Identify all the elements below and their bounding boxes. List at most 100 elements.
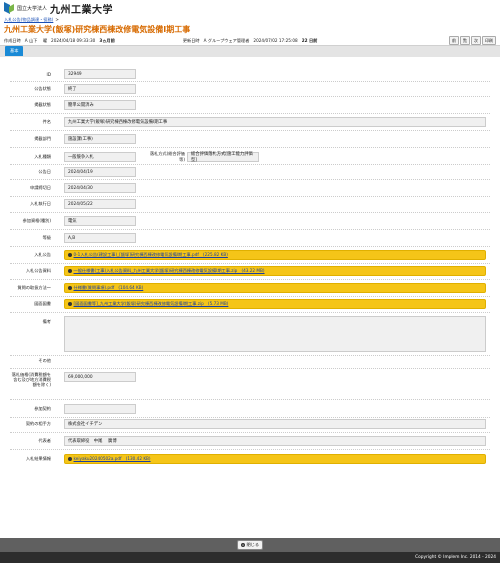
file-link[interactable]: 0-1入札公告(建設工事)_[飯塚]研究棟西棟改修電気設備Ⅰ期工事.pdf (2… [74,252,228,258]
field-posting: 掲載状態 簡単公開済み [10,100,490,110]
file-attachment: keiyaku20240502a.pdf (130.42 KB) [64,454,486,464]
updated-label: 更新日時 [182,37,200,43]
next-button[interactable]: 次 [471,36,481,45]
field-value: 総合評価落札方式[施工能力評価型] [187,152,259,163]
field-spec: 質問の取扱方法～ 仕様書(質問事項).pdf (104.64 KB) [10,283,490,293]
close-button[interactable]: × 閉じる [236,540,264,550]
field-deadline: 申請締切日 2024/04/30 [10,183,490,193]
field-value [64,404,136,414]
close-button-label: 閉じる [246,542,260,547]
university-name: 九州工業大学 [50,4,114,16]
field-label: 件名 [42,119,51,124]
updated-ago: 22 日前 [301,37,318,43]
field-label: 入札種類 [34,154,51,159]
tab-basic[interactable]: 基本 [5,46,24,56]
creator-name[interactable]: A 山下 曜 [25,38,47,44]
field-label: ID [46,71,51,77]
field-status: 公告状態 終了 [10,84,490,94]
field-label: 掲載部門 [34,136,51,141]
field-label: 落札方式(総合評価等) [149,151,185,162]
site-header: 国立大学法人 九州工業大学 [0,0,500,16]
field-bid-date: 入札執行日 2024/05/22 [10,199,490,209]
field-value: 一般競争入札 [64,152,136,162]
field-representative: 代表者 代表取締役 中尾 廣博 [10,436,490,446]
field-label: 図面図書 [34,301,51,306]
file-link[interactable]: keiyaku20240502a.pdf (130.42 KB) [74,456,151,462]
field-label: 等級 [42,235,51,240]
record-meta: 作成日時 A 山下 曜 2024/04/18 09:33:30 3ヵ月前 更新日… [0,36,500,45]
created-time: 2024/04/18 09:33:30 [51,38,96,43]
field-value [64,356,486,366]
field-value: 株式会社イチデン [64,419,486,429]
field-announce: 公告日 2024/04/19 [10,167,490,177]
field-contract: 参加契約 [10,404,490,414]
field-id: ID 32949 [10,69,490,79]
copyright: Copyright © Implem Inc. 2014 - 2024 [0,552,500,563]
field-remarks: 備考 [10,316,490,352]
file-attachment: 仕様書(質問事項).pdf (104.64 KB) [64,283,486,293]
close-icon: × [240,543,245,547]
field-label: 入札公告 [34,252,51,257]
field-label: 入札結果情報 [25,456,51,461]
field-value: 32949 [64,69,136,79]
field-value: 九州工業大学(飯塚)研究棟西棟改修電気設備Ⅰ期工事 [64,117,486,127]
list-button[interactable]: 覧 [460,36,470,45]
breadcrumb: 入札公告(物品調達・役務) > [0,16,500,23]
field-label: 参加資格(種別) [22,218,51,223]
file-link[interactable]: 仕様書(質問事項).pdf (104.64 KB) [74,285,144,291]
field-label: 参加契約 [34,406,51,411]
field-label: その他 [38,358,51,363]
field-qualification: 参加資格(種別) 電気 [10,216,490,226]
university-logo-icon [4,2,14,14]
field-label: 掲載状態 [34,102,51,107]
field-value: 2024/05/22 [64,199,136,209]
field-dept: 掲載部門 施設課(工事) [10,134,490,144]
field-value: 終了 [64,84,136,94]
field-value: 電気 [64,216,136,226]
download-icon [68,457,72,461]
field-label: 契約の相手方 [25,421,51,426]
updater-name[interactable]: A グループウェア管理者 [204,38,250,44]
prev-button[interactable]: 前 [449,36,459,45]
university-prefix: 国立大学法人 [17,5,48,12]
field-label: 入札公告資料 [25,268,51,273]
updated-time: 2024/07/02 17:25:08 [253,38,298,43]
file-link[interactable]: [図面図書等]_九州工業大学(飯塚)研究棟西棟改修電気設備Ⅰ期工事.zip (5… [74,301,229,307]
breadcrumb-separator: > [55,17,59,22]
download-icon [68,269,72,273]
download-icon [68,286,72,290]
field-value: 69,000,000 [64,372,136,382]
field-winner: 契約の相手方 株式会社イチデン [10,419,490,429]
page-title: 九州工業大学(飯塚)研究棟西棟改修電気設備Ⅰ期工事 [4,25,191,34]
field-notice: 入札公告 0-1入札公告(建設工事)_[飯塚]研究棟西棟改修電気設備Ⅰ期工事.p… [10,250,490,260]
field-value: 2024/04/19 [64,167,136,177]
field-method: 入札種類 一般競争入札 落札方式(総合評価等) 総合評価落札方式[施工能力評価型… [10,151,490,163]
field-price: 落札価格(消費税額を含む及び地方消費税額を除く) 69,000,000 [10,372,490,387]
print-button[interactable]: 印刷 [482,36,496,45]
field-other: その他 [10,356,490,366]
footer-actions: × 閉じる [0,538,500,552]
field-label: 落札価格(消費税額を含む及び地方消費税額を除く) [11,372,51,387]
field-label: 代表者 [38,438,51,443]
field-subject: 件名 九州工業大学(飯塚)研究棟西棟改修電気設備Ⅰ期工事 [10,117,490,127]
field-value: 2024/04/30 [64,183,136,193]
field-label: 公告状態 [34,86,51,91]
field-grade: 等級 A,B [10,233,490,243]
field-result: 入札結果情報 keiyaku20240502a.pdf (130.42 KB) [10,454,490,464]
field-label: 公告日 [38,169,51,174]
field-label: 質問の取扱方法～ [17,285,51,290]
created-ago: 3ヵ月前 [99,37,115,43]
field-drawing: 図面図書 [図面図書等]_九州工業大学(飯塚)研究棟西棟改修電気設備Ⅰ期工事.z… [10,299,490,309]
download-icon [68,302,72,306]
field-label: 備考 [42,319,51,324]
file-attachment: 0-1入札公告(建設工事)_[飯塚]研究棟西棟改修電気設備Ⅰ期工事.pdf (2… [64,250,486,260]
field-value: A,B [64,233,136,243]
field-value: 施設課(工事) [64,134,136,144]
created-label: 作成日時 [4,37,21,43]
file-link[interactable]: 一般仕様書(工事)入札公告資料_九州工業大学(飯塚)研究棟西棟改修電気設備Ⅰ期工… [74,268,265,274]
field-label: 入札執行日 [30,201,51,206]
file-attachment: 一般仕様書(工事)入札公告資料_九州工業大学(飯塚)研究棟西棟改修電気設備Ⅰ期工… [64,266,486,276]
field-label: 申請締切日 [30,185,51,190]
breadcrumb-link[interactable]: 入札公告(物品調達・役務) [4,17,53,23]
field-value: 簡単公開済み [64,100,136,110]
